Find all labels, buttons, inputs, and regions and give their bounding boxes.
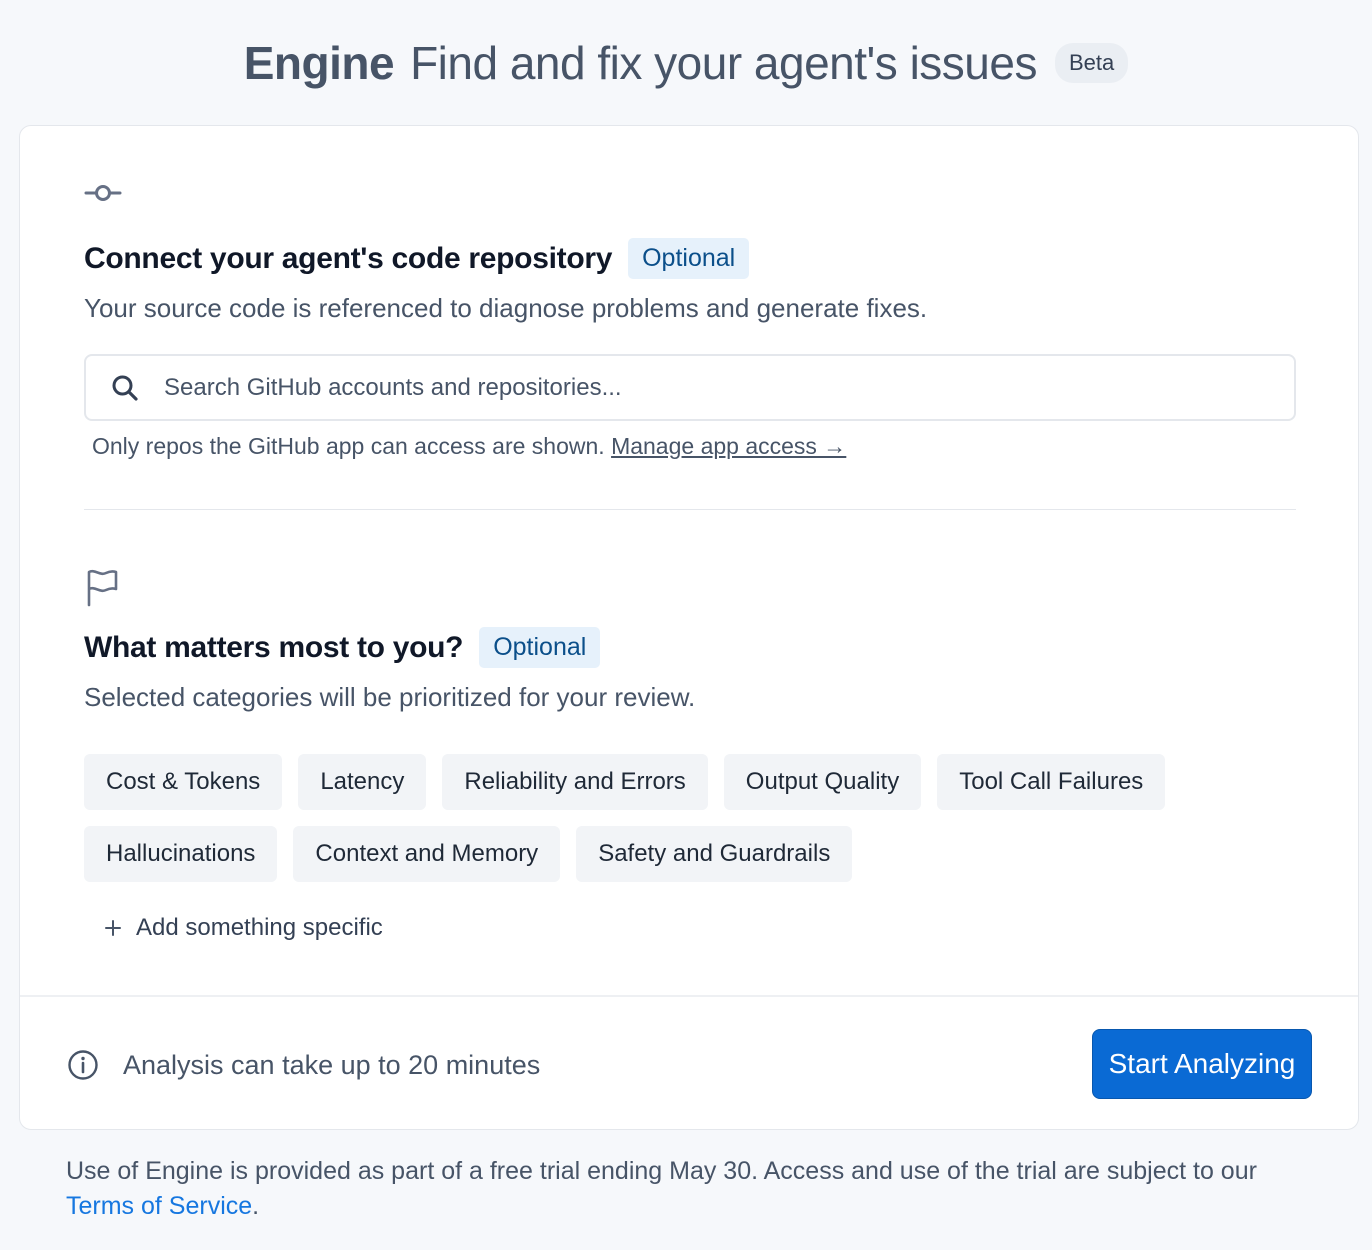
category-chip-cost-tokens[interactable]: Cost & Tokens bbox=[84, 754, 283, 810]
repo-section-title: Connect your agent's code repository bbox=[84, 241, 613, 275]
page-tagline: Find and fix your agent's issues bbox=[410, 37, 1037, 89]
page-header: Engine Find and fix your agent's issues … bbox=[0, 36, 1372, 90]
repo-section: Connect your agent's code repository Opt… bbox=[84, 176, 1296, 324]
chip-row: Hallucinations Context and Memory Safety… bbox=[84, 826, 1296, 882]
repo-search-box[interactable] bbox=[84, 354, 1296, 421]
plus-icon bbox=[105, 920, 121, 936]
add-specific-button[interactable]: Add something specific bbox=[104, 914, 383, 942]
legal-text: Use of Engine is provided as part of a f… bbox=[66, 1157, 1257, 1185]
setup-card: Connect your agent's code repository Opt… bbox=[19, 125, 1359, 1130]
commit-icon bbox=[84, 185, 122, 201]
category-chip-reliability-errors[interactable]: Reliability and Errors bbox=[442, 754, 708, 810]
beta-badge: Beta bbox=[1054, 43, 1129, 83]
info-icon bbox=[68, 1050, 98, 1080]
repo-hint-text: Only repos the GitHub app can access are… bbox=[92, 433, 605, 459]
brand-name: Engine bbox=[243, 37, 395, 89]
chip-row: Cost & Tokens Latency Reliability and Er… bbox=[84, 754, 1296, 810]
priorities-title-row: What matters most to you? Optional bbox=[84, 627, 1296, 668]
legal-notice: Use of Engine is provided as part of a f… bbox=[66, 1154, 1326, 1224]
repo-search-input[interactable] bbox=[164, 373, 1264, 402]
repo-title-row: Connect your agent's code repository Opt… bbox=[84, 238, 1296, 279]
section-divider bbox=[84, 509, 1296, 510]
priorities-optional-badge: Optional bbox=[479, 627, 601, 668]
repo-access-hint: Only repos the GitHub app can access are… bbox=[92, 433, 846, 460]
priorities-section-description: Selected categories will be prioritized … bbox=[84, 682, 696, 712]
card-footer: Analysis can take up to 20 minutes Start… bbox=[20, 995, 1358, 1129]
analysis-time-note: Analysis can take up to 20 minutes bbox=[67, 1049, 540, 1081]
repo-optional-badge: Optional bbox=[628, 238, 750, 279]
search-icon bbox=[112, 375, 138, 401]
add-specific-label: Add something specific bbox=[136, 914, 383, 941]
category-chip-context-memory[interactable]: Context and Memory bbox=[293, 826, 561, 882]
priorities-section: What matters most to you? Optional Selec… bbox=[84, 567, 1296, 713]
start-analyzing-button[interactable]: Start Analyzing bbox=[1092, 1029, 1312, 1099]
legal-period: . bbox=[252, 1192, 260, 1220]
category-chip-tool-call-failures[interactable]: Tool Call Failures bbox=[937, 754, 1166, 810]
category-chip-latency[interactable]: Latency bbox=[298, 754, 427, 810]
category-chip-output-quality[interactable]: Output Quality bbox=[723, 754, 922, 810]
repo-section-description: Your source code is referenced to diagno… bbox=[84, 293, 928, 323]
terms-of-service-link[interactable]: Terms of Service bbox=[66, 1192, 252, 1220]
priorities-section-title: What matters most to you? bbox=[84, 630, 464, 664]
category-chips: Cost & Tokens Latency Reliability and Er… bbox=[84, 754, 1296, 898]
manage-app-access-link[interactable]: Manage app access → bbox=[611, 433, 846, 459]
analysis-time-text: Analysis can take up to 20 minutes bbox=[123, 1049, 541, 1080]
flag-icon bbox=[87, 570, 118, 607]
category-chip-hallucinations[interactable]: Hallucinations bbox=[84, 826, 278, 882]
category-chip-safety-guardrails[interactable]: Safety and Guardrails bbox=[576, 826, 853, 882]
